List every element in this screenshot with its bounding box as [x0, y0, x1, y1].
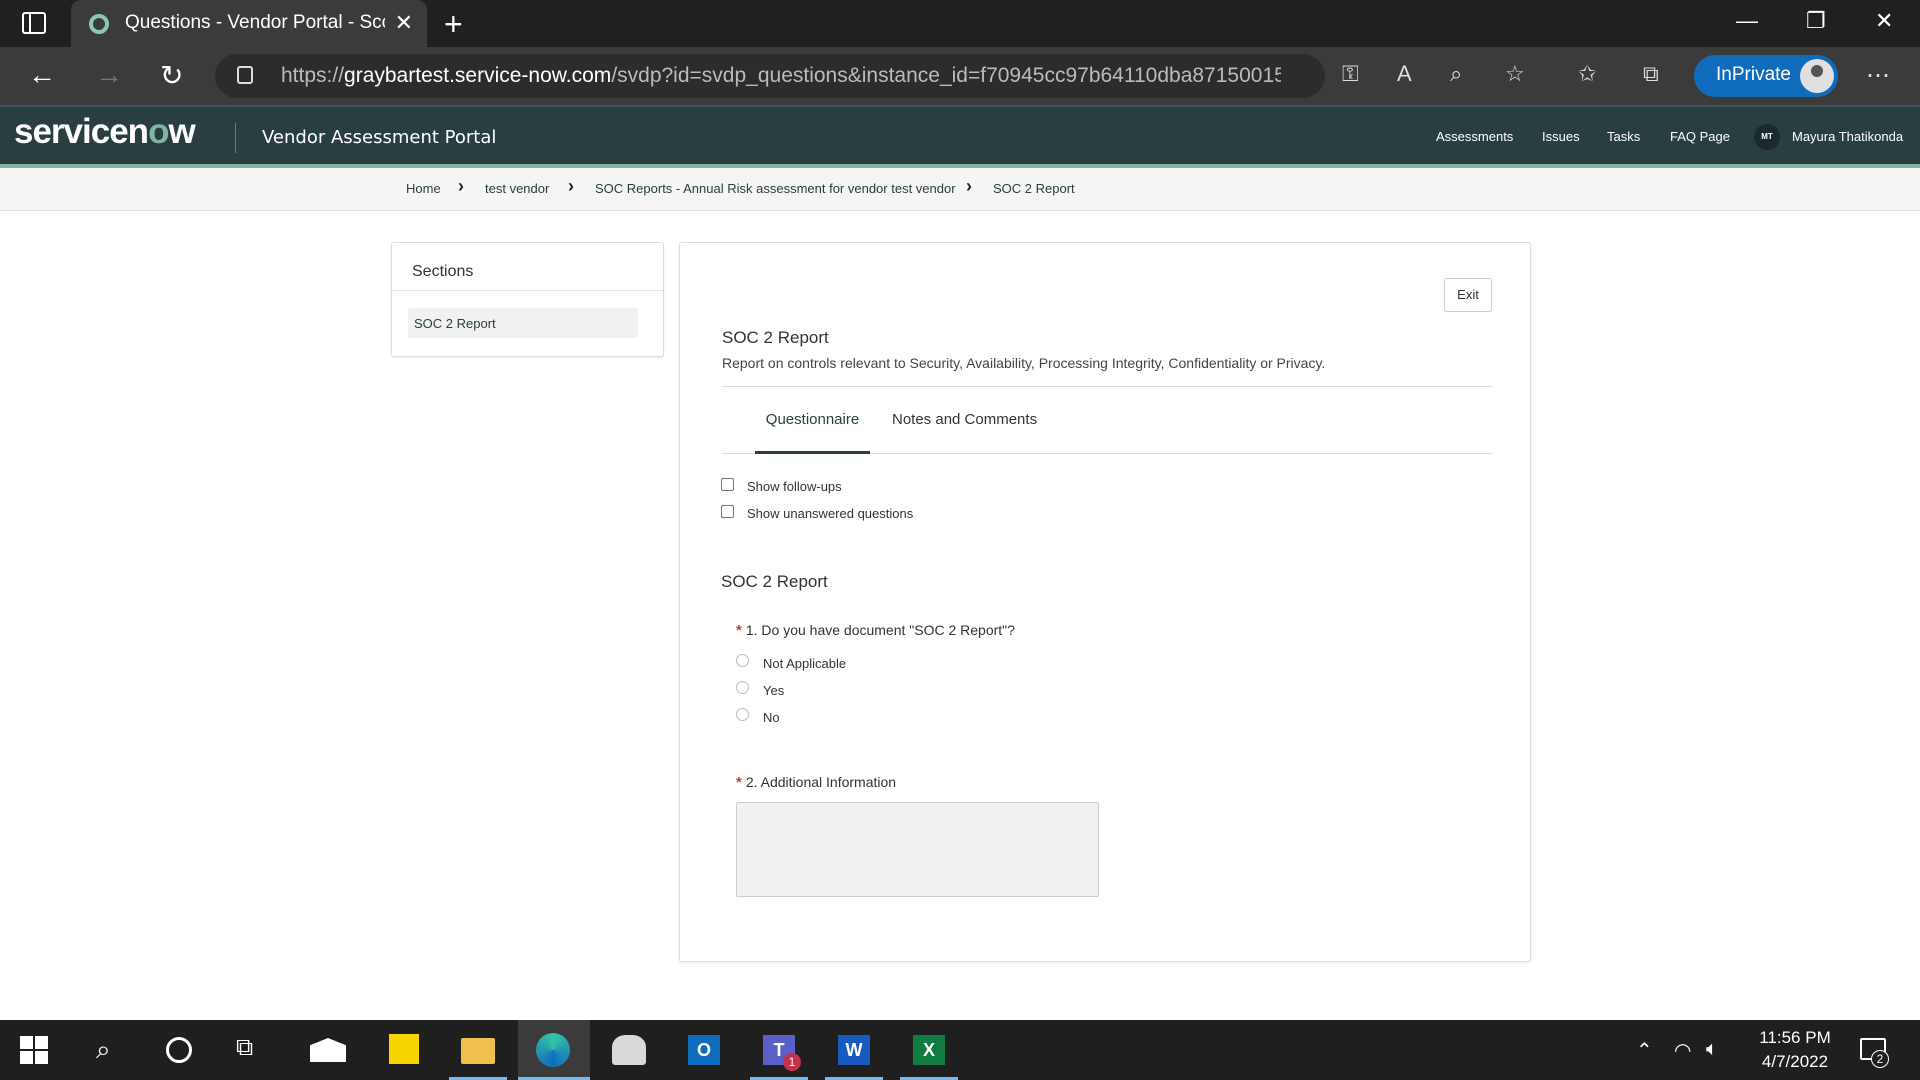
- more-options-icon[interactable]: ⋯: [1866, 61, 1890, 90]
- show-unanswered-label[interactable]: Show unanswered questions: [747, 506, 913, 521]
- question-2-label: * 2. Additional Information: [736, 774, 897, 791]
- close-window-icon[interactable]: ✕: [1875, 8, 1893, 34]
- inprivate-label: InPrivate: [1716, 64, 1791, 85]
- exit-button[interactable]: Exit: [1444, 278, 1492, 312]
- address-toolbar: ← → ↻ https://graybartest.service-now.co…: [0, 47, 1920, 105]
- chevron-up-icon[interactable]: ⌃: [1636, 1038, 1653, 1063]
- breadcrumb-vendor[interactable]: test vendor: [485, 181, 549, 196]
- nav-issues[interactable]: Issues: [1542, 129, 1580, 144]
- password-key-icon[interactable]: ⚿: [1342, 61, 1359, 87]
- sections-divider: [392, 290, 663, 291]
- profile-avatar-icon: [1800, 59, 1834, 93]
- radio-no[interactable]: [736, 708, 749, 721]
- forward-icon[interactable]: →: [95, 59, 123, 91]
- radio-yes[interactable]: [736, 681, 749, 694]
- close-tab-icon[interactable]: ✕: [395, 10, 413, 36]
- radio-label[interactable]: Not Applicable: [763, 656, 846, 671]
- sections-heading: Sections: [412, 263, 474, 280]
- tab-questionnaire[interactable]: Questionnaire: [755, 387, 870, 454]
- breadcrumb-home[interactable]: Home: [406, 181, 441, 196]
- file-explorer-icon[interactable]: [461, 1038, 495, 1064]
- additional-information-textarea[interactable]: [736, 802, 1099, 897]
- browser-tab-bar: Questions - Vendor Portal - Scoped ✕ + —…: [0, 0, 1920, 47]
- section-description: Report on controls relevant to Security,…: [722, 355, 1326, 371]
- sections-panel: Sections SOC 2 Report: [391, 242, 664, 357]
- inprivate-button[interactable]: InPrivate: [1694, 55, 1838, 97]
- outlook-icon[interactable]: O: [688, 1035, 720, 1065]
- clock-time: 11:56 PM: [1759, 1028, 1831, 1047]
- header-divider: [235, 123, 236, 153]
- favorites-icon[interactable]: ✩: [1578, 61, 1596, 87]
- radio-not-applicable[interactable]: [736, 654, 749, 667]
- clock-date: 4/7/2022: [1761, 1052, 1829, 1071]
- collections-icon[interactable]: ⧉: [1643, 61, 1659, 87]
- excel-icon[interactable]: X: [913, 1035, 945, 1065]
- show-unanswered-checkbox[interactable]: [721, 505, 734, 518]
- url-text[interactable]: https://graybartest.service-now.com/svdp…: [281, 64, 1281, 88]
- task-view-icon[interactable]: ⧉: [236, 1034, 253, 1062]
- servicenow-logo[interactable]: servicenow: [14, 112, 196, 152]
- breadcrumb-current[interactable]: SOC 2 Report: [993, 181, 1075, 196]
- chevron-right-icon: ›: [458, 176, 464, 196]
- required-marker: *: [736, 774, 742, 791]
- radio-label[interactable]: No: [763, 710, 780, 725]
- windows-taskbar: ⌕ ⧉ O T 1 W X ⌃ ◠ 🔈︎ 11:56 PM 4/7/2022 2: [0, 1020, 1920, 1080]
- mail-icon[interactable]: [310, 1038, 346, 1062]
- user-name[interactable]: Mayura Thatikonda: [1792, 129, 1903, 144]
- tab-notes-and-comments[interactable]: Notes and Comments: [892, 387, 1037, 454]
- show-follow-ups-label[interactable]: Show follow-ups: [747, 479, 842, 494]
- system-clock[interactable]: 11:56 PM 4/7/2022: [1740, 1026, 1850, 1074]
- question-section-title: SOC 2 Report: [721, 572, 828, 591]
- minimize-icon[interactable]: —: [1736, 8, 1758, 34]
- read-aloud-icon[interactable]: A: [1397, 61, 1412, 87]
- word-icon[interactable]: W: [838, 1035, 870, 1065]
- lock-icon[interactable]: [237, 66, 253, 84]
- volume-icon[interactable]: 🔈︎: [1706, 1038, 1718, 1061]
- chevron-right-icon: ›: [966, 176, 972, 196]
- cortana-icon[interactable]: [166, 1037, 192, 1063]
- radio-label[interactable]: Yes: [763, 683, 784, 698]
- question-1-label: * 1. Do you have document "SOC 2 Report"?: [736, 622, 1015, 639]
- tab-title: Questions - Vendor Portal - Scoped: [125, 12, 385, 33]
- chevron-right-icon: ›: [568, 176, 574, 196]
- nav-assessments[interactable]: Assessments: [1436, 129, 1513, 144]
- show-follow-ups-checkbox[interactable]: [721, 478, 734, 491]
- portal-header: servicenow Vendor Assessment Portal Asse…: [0, 105, 1920, 168]
- refresh-icon[interactable]: ↻: [160, 59, 183, 92]
- nav-tasks[interactable]: Tasks: [1607, 129, 1640, 144]
- windows-start-icon[interactable]: [20, 1036, 48, 1064]
- address-bar[interactable]: https://graybartest.service-now.com/svdp…: [215, 54, 1325, 98]
- back-icon[interactable]: ←: [28, 59, 56, 91]
- browser-tab[interactable]: Questions - Vendor Portal - Scoped ✕: [71, 0, 427, 47]
- breadcrumb-assessment[interactable]: SOC Reports - Annual Risk assessment for…: [595, 181, 956, 196]
- edge-browser-icon[interactable]: [536, 1033, 570, 1067]
- servicenow-favicon-icon: [89, 14, 109, 34]
- new-tab-icon[interactable]: +: [444, 6, 463, 43]
- tab-strip: Questionnaire Notes and Comments: [722, 387, 1492, 454]
- add-favorite-icon[interactable]: ☆: [1505, 61, 1525, 87]
- zoom-out-icon[interactable]: ⌕: [1450, 61, 1462, 87]
- section-title: SOC 2 Report: [722, 328, 829, 347]
- sticky-notes-icon[interactable]: [389, 1034, 419, 1064]
- nav-faq-page[interactable]: FAQ Page: [1670, 129, 1730, 144]
- search-icon[interactable]: ⌕: [96, 1034, 111, 1066]
- tab-actions-icon[interactable]: [22, 12, 46, 34]
- snipping-tool-icon[interactable]: [612, 1035, 646, 1065]
- notification-count: 2: [1871, 1050, 1889, 1068]
- teams-badge: 1: [783, 1053, 801, 1071]
- user-avatar[interactable]: MT: [1754, 124, 1780, 150]
- breadcrumb: Home › test vendor › SOC Reports - Annua…: [0, 168, 1920, 211]
- questionnaire-panel: Exit SOC 2 Report Report on controls rel…: [679, 242, 1531, 962]
- network-icon[interactable]: ◠: [1674, 1038, 1691, 1063]
- portal-title[interactable]: Vendor Assessment Portal: [262, 127, 496, 148]
- section-item-soc2[interactable]: SOC 2 Report: [408, 308, 638, 338]
- restore-icon[interactable]: ❐: [1806, 8, 1826, 34]
- required-marker: *: [736, 622, 742, 639]
